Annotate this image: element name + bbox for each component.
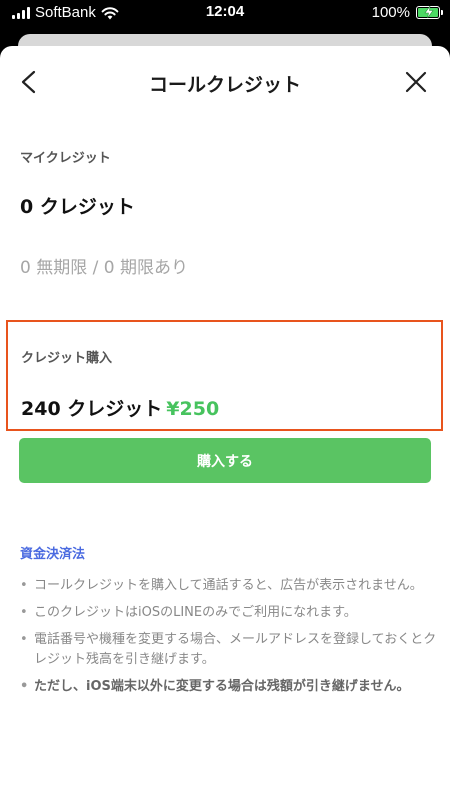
payment-services-act-link[interactable]: 資金決済法 [20, 543, 85, 562]
nav-bar: コールクレジット [0, 46, 450, 120]
my-credit-detail: 0 無期限 / 0 期限あり [20, 258, 188, 278]
battery-percent: 100% [371, 4, 410, 21]
my-credit-label: マイクレジット [20, 151, 111, 166]
note-item: 電話番号や機種を変更する場合、メールアドレスを登録しておくとクレジット残高を引き… [20, 630, 440, 670]
status-right: 100% [371, 4, 443, 21]
status-bar: SoftBank 12:04 100% [0, 0, 450, 26]
close-icon[interactable] [402, 68, 430, 96]
credit-price: ¥250 [166, 398, 220, 420]
credit-purchase-amount: 240 クレジット ¥250 [21, 394, 219, 421]
note-item: コールクレジットを購入して通話すると、広告が表示されません。 [20, 576, 440, 596]
credit-amount: 240 クレジット [21, 398, 163, 420]
note-item-warning: ただし、iOS端末以外に変更する場合は残額が引き継げません。 [20, 677, 440, 697]
my-credit-value: 0 クレジット [20, 196, 135, 218]
notes-list: コールクレジットを購入して通話すると、広告が表示されません。 このクレジットはi… [20, 576, 440, 704]
battery-charging-icon [416, 6, 443, 19]
credit-purchase-label: クレジット購入 [21, 351, 113, 366]
call-credit-sheet: コールクレジット マイクレジット 0 クレジット 0 無期限 / 0 期限あり … [0, 46, 450, 800]
purchase-button[interactable]: 購入する [19, 438, 431, 483]
note-item: このクレジットはiOSのLINEのみでご利用になれます。 [20, 603, 440, 623]
page-title: コールクレジット [148, 74, 301, 96]
credit-purchase-highlight: クレジット購入 240 クレジット ¥250 [6, 320, 443, 431]
